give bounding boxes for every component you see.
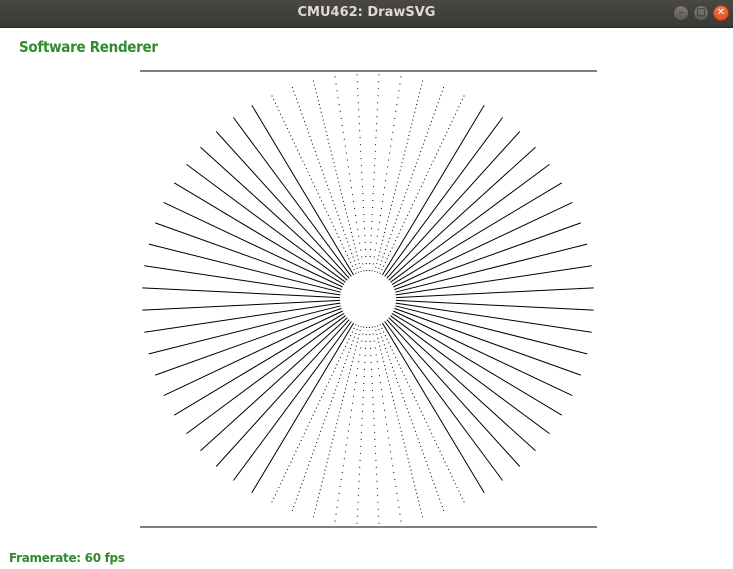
radial-line [200, 146, 348, 281]
radial-line [163, 201, 343, 288]
radial-line [312, 326, 362, 519]
radial-line [376, 86, 445, 273]
radial-line [215, 319, 350, 467]
radial-line [390, 163, 550, 283]
radial-line [374, 326, 424, 519]
radial-line [155, 307, 342, 376]
radial-line [384, 117, 504, 277]
radial-line [394, 222, 581, 291]
radial-line [144, 302, 341, 333]
radial-line [381, 322, 485, 494]
radial-line [368, 73, 380, 272]
radial-line [384, 321, 504, 481]
radial-line [142, 299, 341, 311]
radial-line [371, 75, 402, 272]
radial-line [215, 131, 350, 279]
radial-line [374, 79, 424, 272]
render-viewport[interactable]: Software Renderer Framerate: 60 fps [0, 28, 733, 569]
radial-line [186, 163, 346, 283]
radial-line [186, 315, 346, 435]
radial-line [312, 79, 362, 272]
radial-line [371, 326, 402, 523]
radial-line [251, 104, 355, 276]
radial-line [356, 326, 368, 525]
radial-line [390, 315, 550, 435]
radial-line [393, 310, 573, 397]
radial-line [376, 325, 445, 512]
radial-line [232, 321, 352, 481]
window-titlebar: CMU462: DrawSVG – □ ✕ [0, 0, 733, 28]
radial-line [395, 305, 588, 355]
radial-line [251, 322, 355, 494]
radial-line [388, 317, 536, 452]
renderer-label: Software Renderer [19, 38, 158, 56]
radial-line [395, 302, 592, 333]
radial-line [368, 326, 380, 525]
radial-line [395, 287, 594, 299]
radial-line [391, 312, 563, 416]
radial-line [393, 201, 573, 288]
radial-line [173, 312, 345, 416]
radial-line [395, 265, 592, 296]
radial-line [334, 75, 365, 272]
radial-line [270, 94, 357, 274]
radial-line [148, 305, 341, 355]
window-controls: – □ ✕ [673, 5, 729, 21]
radial-line [334, 326, 365, 523]
radial-line [173, 182, 345, 286]
radial-line [291, 325, 360, 512]
window-title: CMU462: DrawSVG [297, 5, 436, 20]
maximize-icon[interactable]: □ [693, 5, 709, 21]
radial-line [148, 243, 341, 293]
minimize-icon[interactable]: – [673, 5, 689, 21]
radial-line [270, 324, 357, 504]
radial-line [356, 73, 368, 272]
radial-line [379, 94, 466, 274]
radial-line [144, 265, 341, 296]
radial-line [142, 287, 341, 299]
radial-line [386, 319, 521, 467]
radial-line [200, 317, 348, 452]
radial-line [388, 146, 536, 281]
radial-line [291, 86, 360, 273]
radial-line [163, 310, 343, 397]
radial-line [386, 131, 521, 279]
radial-line [391, 182, 563, 286]
radial-line [381, 104, 485, 276]
radial-line [395, 299, 594, 311]
close-icon[interactable]: ✕ [713, 5, 729, 21]
svg-canvas[interactable] [0, 28, 733, 569]
radial-line [379, 324, 466, 504]
radial-line [394, 307, 581, 376]
framerate-label: Framerate: 60 fps [9, 551, 125, 565]
canvas-frame [140, 70, 597, 528]
radial-lines [142, 73, 594, 525]
radial-line [395, 243, 588, 293]
radial-line [155, 222, 342, 291]
radial-line [232, 117, 352, 277]
